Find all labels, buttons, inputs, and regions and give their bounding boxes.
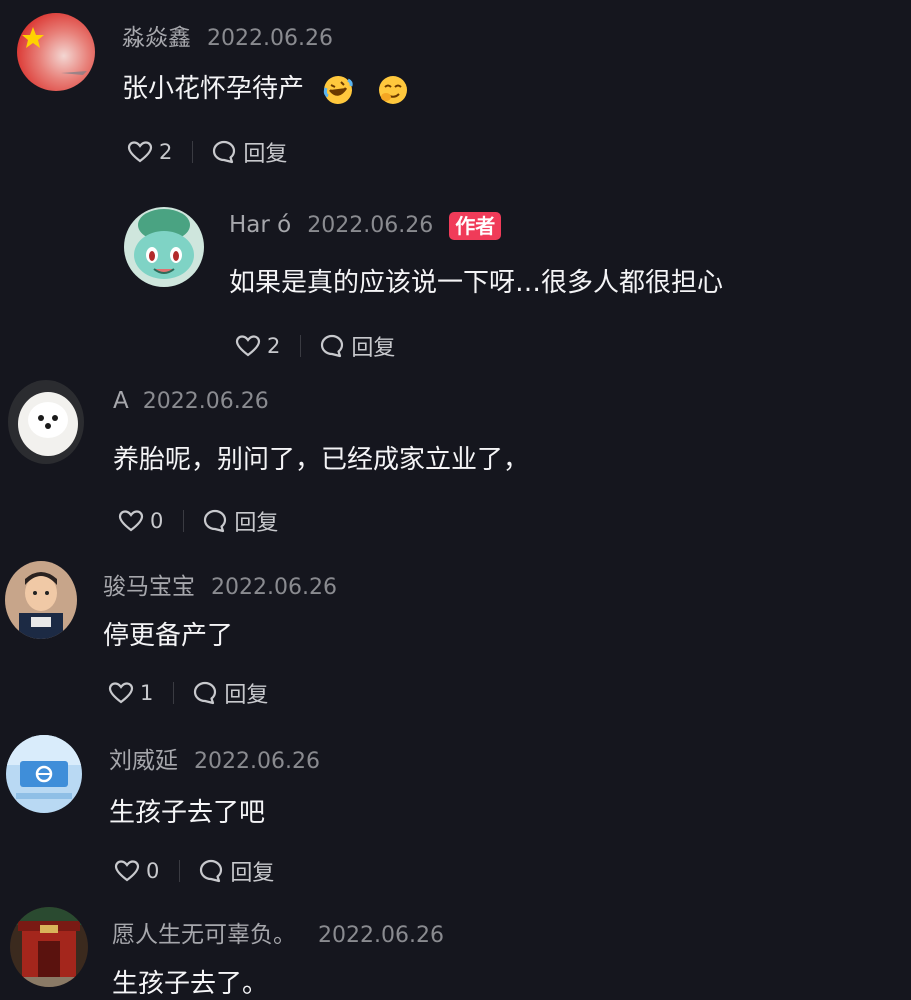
avatar[interactable] xyxy=(10,907,88,987)
china-flag-avatar-icon xyxy=(17,13,95,91)
like-count: 2 xyxy=(159,140,173,164)
like-button[interactable]: 0 xyxy=(118,509,163,533)
like-button[interactable]: 1 xyxy=(108,681,153,705)
divider xyxy=(173,682,175,704)
temple-gate-avatar-icon xyxy=(10,907,88,987)
like-count: 0 xyxy=(146,859,160,883)
like-button[interactable]: 0 xyxy=(114,859,159,883)
divider xyxy=(183,510,185,532)
like-count: 0 xyxy=(150,509,164,533)
heart-icon xyxy=(235,335,261,357)
comment-date: 2022.06.26 xyxy=(307,213,434,238)
avatar[interactable] xyxy=(124,207,204,287)
comment-bubble-icon xyxy=(213,140,236,164)
comment-bubble-icon xyxy=(194,681,217,705)
avatar[interactable] xyxy=(8,380,84,464)
like-count: 1 xyxy=(140,681,154,705)
username[interactable]: 骏马宝宝 xyxy=(103,567,195,601)
pomeranian-dog-avatar-icon xyxy=(8,380,84,464)
child-photo-avatar-icon xyxy=(5,561,77,639)
smirk-emoji-icon xyxy=(377,74,409,106)
blue-sign-avatar-icon xyxy=(6,735,82,813)
username[interactable]: 淼焱鑫 xyxy=(122,18,191,52)
heart-icon xyxy=(118,510,144,532)
comment-text: 养胎呢，别问了，已经成家立业了， xyxy=(113,445,530,475)
comment-date: 2022.06.26 xyxy=(207,26,333,51)
heart-icon xyxy=(114,860,140,882)
reply-label: 回复 xyxy=(230,861,275,886)
username[interactable]: A xyxy=(113,388,129,414)
comment-text: 如果是真的应该说一下呀…很多人都很担心 xyxy=(229,268,724,298)
reply-label: 回复 xyxy=(224,683,269,708)
avatar[interactable] xyxy=(6,735,82,813)
avatar[interactable] xyxy=(5,561,77,639)
heart-icon xyxy=(108,682,134,704)
author-badge: 作者 xyxy=(449,212,502,240)
divider xyxy=(192,141,194,163)
comment-text: 停更备产了 xyxy=(103,621,234,651)
reply-button[interactable]: 回复 xyxy=(192,677,268,709)
divider xyxy=(300,335,302,357)
reply-button[interactable]: 回复 xyxy=(202,505,278,537)
like-button[interactable]: 2 xyxy=(235,334,280,358)
comment-text: 生孩子去了。 xyxy=(112,969,269,999)
reply-button[interactable]: 回复 xyxy=(198,855,274,887)
comment-date: 2022.06.26 xyxy=(211,575,337,600)
comment-date: 2022.06.26 xyxy=(318,923,444,948)
rofl-emoji-icon xyxy=(322,74,354,106)
like-count: 2 xyxy=(267,334,281,358)
username[interactable]: Har ó xyxy=(229,212,291,238)
reply-label: 回复 xyxy=(234,511,279,536)
username[interactable]: 愿人生无可辜负。 xyxy=(112,915,296,949)
reply-label: 回复 xyxy=(243,142,288,167)
comment-text-content: 张小花怀孕待产 xyxy=(122,74,305,104)
reply-label: 回复 xyxy=(351,336,396,361)
username[interactable]: 刘威延 xyxy=(109,741,178,775)
comment-bubble-icon xyxy=(321,334,344,358)
divider xyxy=(179,860,181,882)
heart-icon xyxy=(127,141,153,163)
reply-button[interactable]: 回复 xyxy=(211,136,287,168)
comment-date: 2022.06.26 xyxy=(142,389,269,414)
comment-bubble-icon xyxy=(204,509,227,533)
like-button[interactable]: 2 xyxy=(127,140,172,164)
comment-text: 生孩子去了吧 xyxy=(109,798,266,828)
comment-bubble-icon xyxy=(200,859,223,883)
avatar[interactable] xyxy=(17,13,95,91)
bulbasaur-avatar-icon xyxy=(124,207,204,287)
comment-date: 2022.06.26 xyxy=(194,749,320,774)
reply-button[interactable]: 回复 xyxy=(319,330,395,362)
comment-text: 张小花怀孕待产 xyxy=(122,68,409,106)
